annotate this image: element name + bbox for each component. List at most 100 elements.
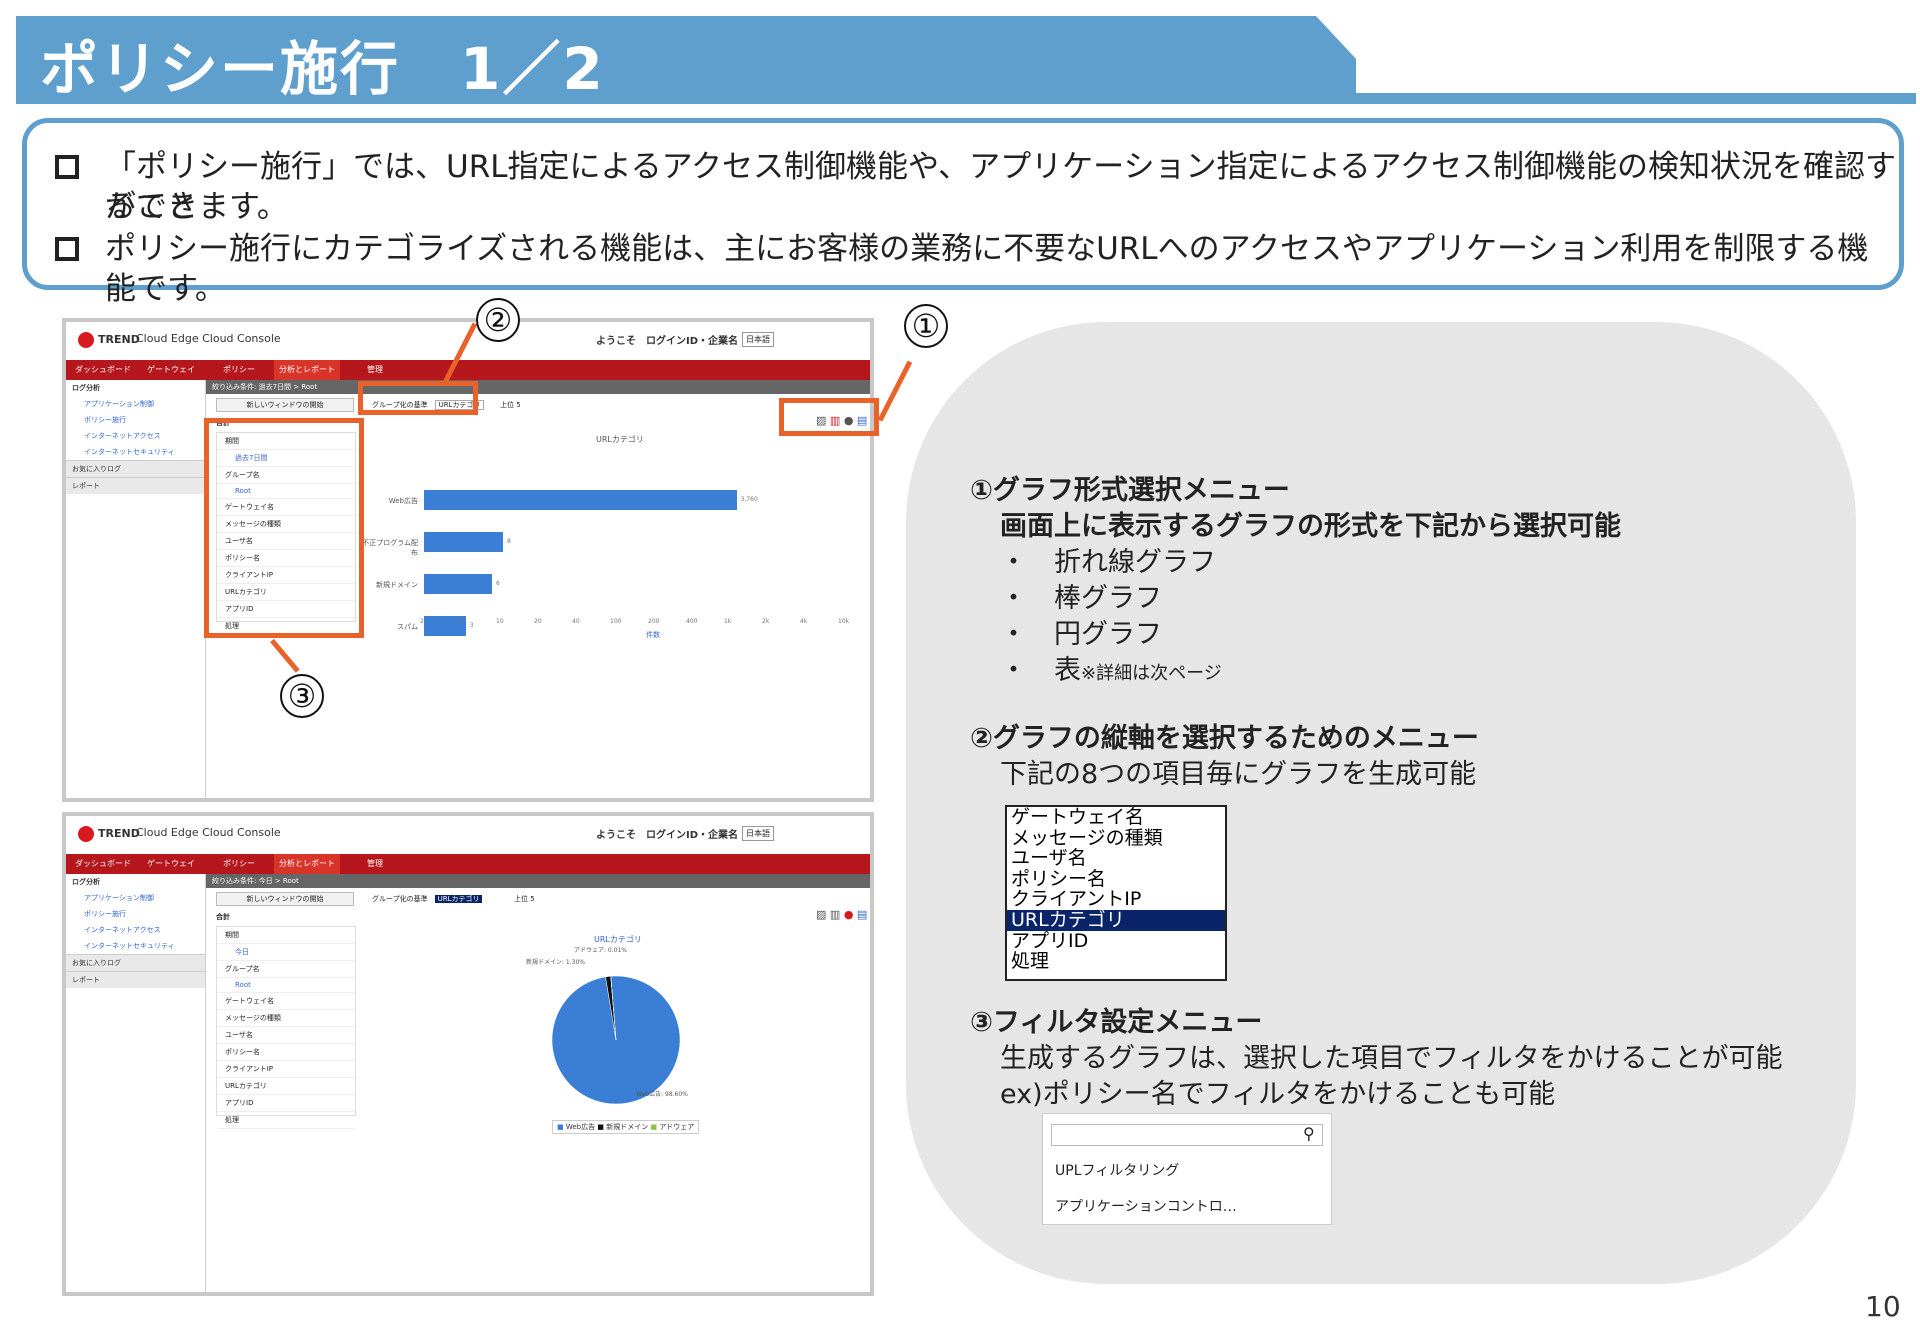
axis-label: 件数 xyxy=(646,631,660,639)
total-label: 合計 xyxy=(216,913,230,921)
filter-item[interactable]: メッセージの種類 xyxy=(217,1010,355,1027)
filter-item[interactable]: 期間 xyxy=(217,927,355,944)
sidebar-item-internet-access[interactable]: インターネットアクセス xyxy=(66,428,205,444)
filter-search-input[interactable] xyxy=(1051,1124,1323,1146)
desc-3-sub1: 生成するグラフは、選択した項目でフィルタをかけることが可能 xyxy=(1000,1043,1783,1074)
bar-category-label: スパム xyxy=(397,623,418,631)
axis-tick-label: 400 xyxy=(686,618,698,625)
filter-item[interactable]: ユーザ名 xyxy=(217,1027,355,1044)
bar-value-label: 8 xyxy=(506,538,511,545)
filter-item[interactable]: ポリシー名 xyxy=(217,1044,355,1061)
bar-category-label: 新規ドメイン xyxy=(376,581,418,589)
sidebar-item-policy[interactable]: ポリシー施行 xyxy=(66,412,205,428)
bar-chart-icon[interactable]: ▥ xyxy=(830,908,840,921)
sidebar: ログ分析 アプリケーション制御 ポリシー施行 インターネットアクセス インターネ… xyxy=(66,874,206,1292)
sidebar-item-favorites[interactable]: お気に入りログ xyxy=(66,954,205,971)
graph-type-pie: ・ 円グラフ xyxy=(1000,619,1162,650)
sidebar-heading: ログ分析 xyxy=(72,384,100,392)
dimension-item[interactable]: 処理 xyxy=(1007,951,1225,972)
axis-tick-label: 40 xyxy=(572,618,580,625)
sidebar-item-app-control[interactable]: アプリケーション制御 xyxy=(66,890,205,906)
sidebar-item-report[interactable]: レポート xyxy=(66,477,205,494)
pie-chart-icon[interactable]: ● xyxy=(844,908,854,921)
desc-1-sub: 画面上に表示するグラフの形式を下記から選択可能 xyxy=(1000,511,1621,542)
filter-search-panel: ⚲ UPLフィルタリング アプリケーションコントロ… xyxy=(1042,1113,1332,1225)
new-window-button[interactable]: 新しいウィンドウの開始 xyxy=(216,892,354,906)
top-n-select[interactable]: 上位 5 xyxy=(514,894,535,904)
filter-item[interactable]: 処理 xyxy=(217,1112,355,1129)
page-number: 10 xyxy=(1865,1290,1901,1323)
line-chart-icon[interactable]: ▨ xyxy=(816,908,826,921)
graph-type-table: ・ 表※詳細は次ページ xyxy=(1000,655,1222,686)
filter-item[interactable]: アプリID xyxy=(217,1095,355,1112)
dimension-item[interactable]: ポリシー名 xyxy=(1007,869,1225,890)
filter-item[interactable]: グループ名 xyxy=(217,961,355,978)
callout-box-2 xyxy=(358,381,478,415)
filter-item[interactable]: 今日 xyxy=(217,944,355,961)
bar-value-label: 3 xyxy=(469,622,474,629)
bullet-1-cont: ができます。 xyxy=(105,189,288,225)
bar-category-label: Web広告 xyxy=(388,497,418,505)
tab-policy[interactable]: ポリシー xyxy=(206,360,272,380)
filter-list: 期間 今日 グループ名 Root ゲートウェイ名 メッセージの種類 ユーザ名 ポリシー名 クライ… xyxy=(216,926,356,1129)
sidebar-item-internet-access[interactable]: インターネットアクセス xyxy=(66,922,205,938)
sidebar-item-report[interactable]: レポート xyxy=(66,971,205,988)
tab-policy[interactable]: ポリシー xyxy=(206,854,272,874)
pie-legend: ■ Web広告 ■ 新規ドメイン ■ アドウェア xyxy=(552,1120,700,1134)
tab-gateway[interactable]: ゲートウェイ xyxy=(138,360,204,380)
tab-admin[interactable]: 管理 xyxy=(342,360,408,380)
filter-item[interactable]: クライアントIP xyxy=(217,1061,355,1078)
filter-item[interactable]: URLカテゴリ xyxy=(217,1078,355,1095)
dimension-item[interactable]: クライアントIP xyxy=(1007,889,1225,910)
table-icon[interactable]: ▤ xyxy=(857,908,867,921)
lang-select[interactable]: 日本語 xyxy=(742,332,774,347)
callout-line-1 xyxy=(877,360,913,422)
tab-dashboard[interactable]: ダッシュボード xyxy=(70,854,136,874)
page-title: ポリシー施行 1／2 xyxy=(40,35,605,103)
new-window-button[interactable]: 新しいウィンドウの開始 xyxy=(216,398,354,412)
tab-analysis[interactable]: 分析とレポート xyxy=(274,360,340,380)
sidebar-item-favorites[interactable]: お気に入りログ xyxy=(66,460,205,477)
tab-analysis[interactable]: 分析とレポート xyxy=(274,854,340,874)
callout-number-1: ① xyxy=(904,304,948,348)
trend-logo-icon xyxy=(78,826,94,842)
dimension-item[interactable]: メッセージの種類 xyxy=(1007,827,1225,849)
bar-mark xyxy=(424,490,737,510)
tab-gateway[interactable]: ゲートウェイ xyxy=(138,854,204,874)
sidebar-item-app-control[interactable]: アプリケーション制御 xyxy=(66,396,205,412)
search-result-url-filtering[interactable]: UPLフィルタリング xyxy=(1055,1160,1179,1180)
callout-box-3 xyxy=(204,418,364,638)
tab-dashboard[interactable]: ダッシュボード xyxy=(70,360,136,380)
sidebar-item-internet-security[interactable]: インターネットセキュリティ xyxy=(66,444,205,460)
top-n-select[interactable]: 上位 5 xyxy=(500,400,521,410)
filter-item[interactable]: ゲートウェイ名 xyxy=(217,993,355,1010)
bar-mark xyxy=(424,532,503,552)
sidebar-item-internet-security[interactable]: インターネットセキュリティ xyxy=(66,938,205,954)
dimension-item[interactable]: URLカテゴリ xyxy=(1007,910,1225,931)
dimension-item[interactable]: ゲートウェイ名 xyxy=(1007,807,1225,828)
tab-admin[interactable]: 管理 xyxy=(342,854,408,874)
pie-chart: アドウェア: 0.01% 新規ドメイン: 1.30% Web広告: 98.60% xyxy=(526,946,688,1104)
sidebar-heading: ログ分析 xyxy=(72,878,100,886)
chart-type-icons: ▨ ▥ ● ▤ xyxy=(816,908,867,921)
console-name: Cloud Edge Cloud Console xyxy=(136,826,281,839)
group-by-select[interactable]: URLカテゴリ xyxy=(434,895,483,903)
axis-tick-label: 100 xyxy=(610,618,622,625)
breadcrumb: 絞り込み条件: 過去7日間 > Root xyxy=(206,380,870,394)
search-result-app-control[interactable]: アプリケーションコントロ… xyxy=(1055,1196,1237,1216)
callout-box-1 xyxy=(779,398,879,436)
axis-tick-label: 10 xyxy=(496,618,504,625)
filter-item[interactable]: Root xyxy=(217,978,355,993)
sidebar-item-policy[interactable]: ポリシー施行 xyxy=(66,906,205,922)
dimension-item[interactable]: アプリID xyxy=(1007,930,1225,952)
lang-select[interactable]: 日本語 xyxy=(742,826,774,841)
bar-value-label: 6 xyxy=(496,580,500,587)
dimension-item[interactable]: ユーザ名 xyxy=(1007,848,1225,869)
axis-tick-label: 2 xyxy=(420,618,424,625)
bar-mark xyxy=(424,574,493,594)
group-by-label: グループ化の基準 URLカテゴリ xyxy=(372,894,483,904)
nav-bar: ダッシュボード ゲートウェイ ポリシー 分析とレポート 管理 xyxy=(66,360,870,380)
desc-2-sub: 下記の8つの項目毎にグラフを生成可能 xyxy=(1000,759,1477,790)
table-note: ※詳細は次ページ xyxy=(1081,663,1222,684)
search-icon[interactable]: ⚲ xyxy=(1303,1124,1315,1143)
